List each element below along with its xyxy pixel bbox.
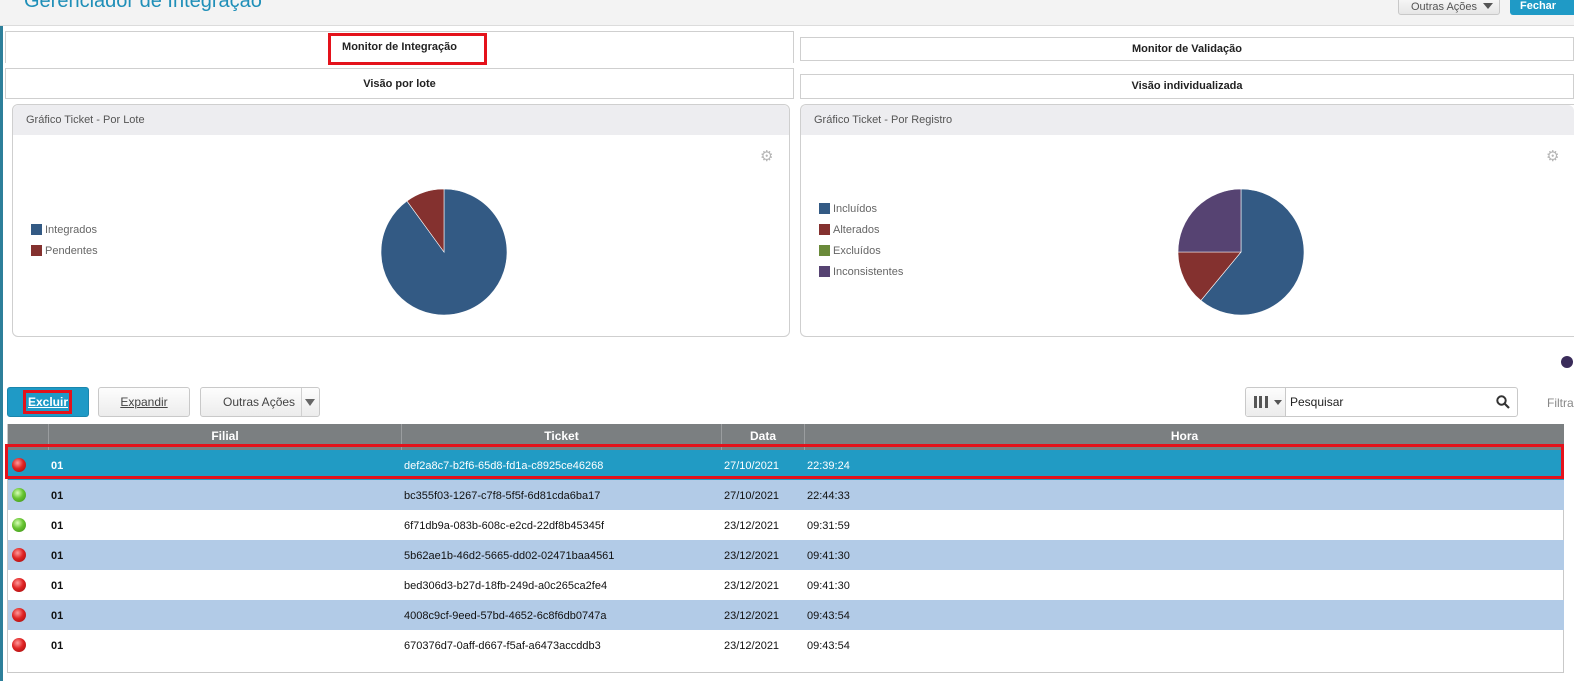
- chevron-down-icon: [1274, 400, 1282, 405]
- legend-swatch: [819, 203, 830, 214]
- legend-item: Integrados: [31, 219, 98, 240]
- cell-ticket: 4008c9cf-9eed-57bd-4652-6c8f6db0747a: [404, 610, 607, 622]
- status-green-icon: [12, 488, 26, 502]
- top-actions-dropdown[interactable]: Outras Ações: [1398, 0, 1500, 15]
- status-red-icon: [12, 638, 26, 652]
- pie-slice[interactable]: [1177, 188, 1242, 253]
- expandir-label: Expandir: [120, 395, 168, 409]
- chart-legend: Integrados Pendentes: [31, 219, 98, 261]
- legend-swatch: [31, 224, 42, 235]
- legend-item: Incluídos: [819, 198, 903, 219]
- chart-title: Gráfico Ticket - Por Lote: [13, 105, 789, 135]
- table-row[interactable]: 01 bed306d3-b27d-18fb-249d-a0c265ca2fe4 23…: [8, 570, 1564, 600]
- search-input[interactable]: [1290, 393, 1490, 411]
- highlight-selected-row: [5, 444, 1564, 479]
- filter-label[interactable]: Filtrar: [1547, 396, 1574, 410]
- table-row[interactable]: 01 4008c9cf-9eed-57bd-4652-6c8f6db0747a 23…: [8, 600, 1564, 630]
- legend-swatch: [819, 266, 830, 277]
- cell-data: 23/12/2021: [724, 520, 780, 532]
- legend-swatch: [31, 245, 42, 256]
- search-box: [1245, 387, 1518, 417]
- table-row[interactable]: 01 bc355f03-1267-c7f8-5f5f-6d81cda6ba17 27…: [8, 480, 1564, 510]
- cell-filial: 01: [51, 640, 64, 652]
- legend-label: Alterados: [833, 223, 880, 236]
- chart-panel-lote: Gráfico Ticket - Por Lote ⚙ Integrados P…: [12, 104, 790, 337]
- cell-hora: 09:31:59: [807, 520, 850, 532]
- tab-label: Monitor de Validação: [1131, 43, 1243, 55]
- cell-hora: 09:43:54: [807, 610, 850, 622]
- cell-hora: 09:41:30: [807, 580, 850, 592]
- chart-title: Gráfico Ticket - Por Registro: [801, 105, 1574, 135]
- chart-panel-registro: Gráfico Ticket - Por Registro ⚙ Incluído…: [800, 104, 1574, 337]
- expandir-button[interactable]: Expandir: [98, 387, 190, 417]
- scroll-indicator[interactable]: [1561, 356, 1573, 368]
- legend-swatch: [819, 245, 830, 256]
- outras-acoes-dropdown[interactable]: Outras Ações: [200, 387, 320, 417]
- status-green-icon: [12, 518, 26, 532]
- cell-data: 27/10/2021: [724, 490, 780, 502]
- status-red-icon: [12, 548, 26, 562]
- tab-monitor-validacao[interactable]: Monitor de Validação: [800, 37, 1574, 61]
- left-rail: [0, 26, 3, 681]
- cell-ticket: bed306d3-b27d-18fb-249d-a0c265ca2fe4: [404, 580, 608, 592]
- cell-filial: 01: [51, 550, 64, 562]
- legend-swatch: [819, 224, 830, 235]
- table-row[interactable]: 01 6f71db9a-083b-608c-e2cd-22df8b45345f 23…: [8, 510, 1564, 540]
- cell-hora: 22:44:33: [807, 490, 850, 502]
- cell-hora: 09:41:30: [807, 550, 850, 562]
- tab-visao-lote[interactable]: Visão por lote: [5, 68, 794, 99]
- legend-item: Inconsistentes: [819, 261, 903, 282]
- columns-toggle-button[interactable]: [1246, 388, 1286, 416]
- legend-label: Integrados: [45, 223, 97, 236]
- gear-icon[interactable]: ⚙: [760, 147, 773, 165]
- chart-legend: Incluídos Alterados Excluídos Inconsiste…: [819, 198, 903, 282]
- tab-label: Visão individualizada: [1131, 80, 1243, 92]
- cell-filial: 01: [51, 580, 64, 592]
- cell-filial: 01: [51, 610, 64, 622]
- status-red-icon: [12, 608, 26, 622]
- cell-ticket: 6f71db9a-083b-608c-e2cd-22df8b45345f: [404, 520, 604, 532]
- table-row[interactable]: 01 670376d7-0aff-d667-f5af-a6473accddb3 23…: [8, 630, 1564, 660]
- cell-ticket: bc355f03-1267-c7f8-5f5f-6d81cda6ba17: [404, 490, 601, 502]
- pie-chart-lote: [380, 188, 508, 316]
- cell-data: 23/12/2021: [724, 580, 780, 592]
- top-actions-label: Outras Ações: [1411, 1, 1478, 13]
- legend-item: Excluídos: [819, 240, 903, 261]
- cell-data: 23/12/2021: [724, 550, 780, 562]
- legend-label: Pendentes: [45, 244, 98, 257]
- legend-label: Inconsistentes: [833, 265, 904, 278]
- chevron-down-icon: [1483, 3, 1493, 9]
- cell-filial: 01: [51, 490, 64, 502]
- search-icon[interactable]: [1496, 395, 1510, 409]
- cell-ticket: 5b62ae1b-46d2-5665-dd02-02471baa4561: [404, 550, 615, 562]
- highlight-tab-integracao: [328, 33, 487, 65]
- legend-item: Alterados: [819, 219, 903, 240]
- tab-visao-individualizada[interactable]: Visão individualizada: [800, 74, 1574, 99]
- gear-icon[interactable]: ⚙: [1546, 147, 1559, 165]
- legend-label: Incluídos: [833, 202, 878, 215]
- cell-data: 23/12/2021: [724, 640, 780, 652]
- page-title: Gerenciador de Integração: [24, 0, 262, 12]
- highlight-excluir: [23, 390, 72, 414]
- cell-ticket: 670376d7-0aff-d667-f5af-a6473accddb3: [404, 640, 601, 652]
- caret-icon: [305, 399, 315, 406]
- cell-data: 23/12/2021: [724, 610, 780, 622]
- table-row[interactable]: 01 5b62ae1b-46d2-5665-dd02-02471baa4561 23…: [8, 540, 1564, 570]
- tab-label: Visão por lote: [363, 78, 436, 90]
- pie-chart-registro: [1177, 188, 1305, 316]
- cell-hora: 09:43:54: [807, 640, 850, 652]
- outras-acoes-label: Outras Ações: [223, 395, 296, 409]
- status-red-icon: [12, 578, 26, 592]
- legend-label: Excluídos: [833, 244, 881, 257]
- cell-filial: 01: [51, 520, 64, 532]
- legend-item: Pendentes: [31, 240, 98, 261]
- columns-icon: [1254, 396, 1268, 408]
- close-button[interactable]: Fechar: [1510, 0, 1574, 15]
